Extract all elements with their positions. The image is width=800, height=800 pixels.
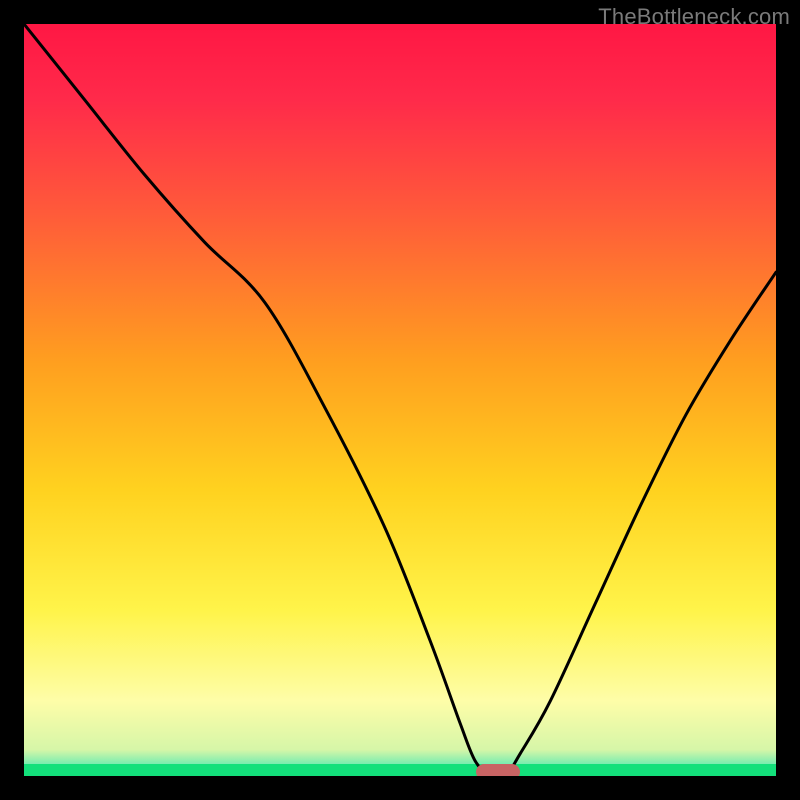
- curve-path: [24, 24, 776, 776]
- plot-area: [24, 24, 776, 776]
- attribution-label: TheBottleneck.com: [598, 4, 790, 30]
- optimum-marker: [476, 764, 520, 776]
- chart-stage: TheBottleneck.com: [0, 0, 800, 800]
- bottleneck-curve: [24, 24, 776, 776]
